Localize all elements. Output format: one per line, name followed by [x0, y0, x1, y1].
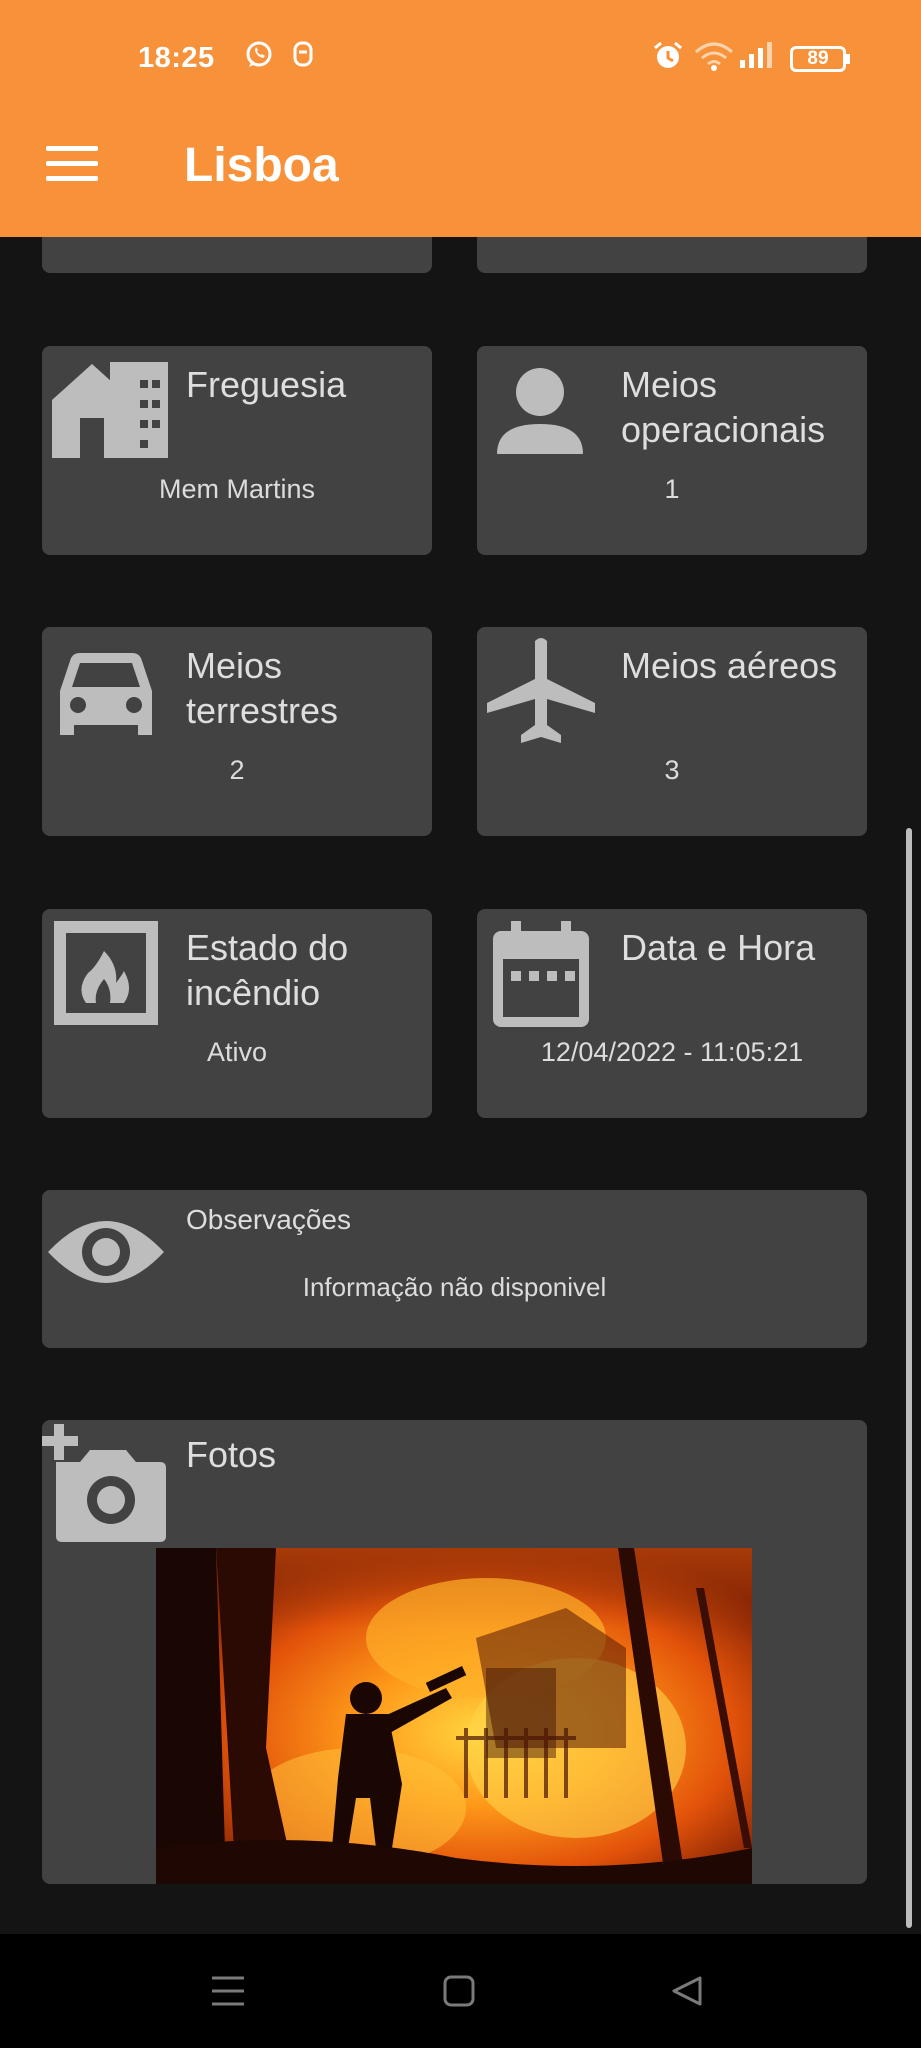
- card-estado-incendio: Estado do incêndio Ativo: [42, 909, 432, 1118]
- status-bar: 18:25 89: [0, 30, 921, 90]
- card-data-hora: Data e Hora 12/04/2022 - 11:05:21: [477, 909, 867, 1118]
- battery-level: 89: [807, 48, 829, 69]
- card-meios-aereos: Meios aéreos 3: [477, 627, 867, 836]
- signal-icon: [740, 42, 772, 68]
- back-icon[interactable]: [670, 1974, 704, 2008]
- card-meios-operacionais: Meios operacionais 1: [477, 346, 867, 555]
- app-bar: 18:25 89 Lisboa: [0, 0, 921, 237]
- meios-operacionais-label: Meios operacionais: [621, 364, 826, 450]
- house-icon: [52, 362, 168, 458]
- wifi-icon: [695, 42, 733, 71]
- estado-incendio-label: Estado do incêndio: [186, 927, 349, 1013]
- card-partial-left: [42, 237, 432, 273]
- status-time: 18:25: [138, 42, 215, 74]
- calendar-icon: [493, 921, 589, 1027]
- home-icon[interactable]: [442, 1974, 476, 2008]
- whatsapp-icon: [246, 41, 272, 67]
- data-hora-label: Data e Hora: [621, 927, 816, 968]
- meios-aereos-value: 3: [664, 755, 680, 785]
- meios-aereos-label: Meios aéreos: [621, 645, 838, 686]
- data-hora-value: 12/04/2022 - 11:05:21: [540, 1037, 804, 1067]
- scrollbar[interactable]: [906, 828, 912, 1928]
- card-freguesia: Freguesia Mem Martins: [42, 346, 432, 555]
- add-photo-icon[interactable]: [42, 1424, 166, 1542]
- freguesia-label: Freguesia: [186, 364, 347, 405]
- fireplace-icon: [54, 921, 158, 1025]
- estado-incendio-value: Ativo: [206, 1037, 268, 1067]
- alarm-icon: [654, 41, 682, 68]
- incident-details[interactable]: Freguesia Mem Martins Meios operacionais…: [0, 237, 921, 1934]
- recent-apps-icon[interactable]: [210, 1974, 246, 2008]
- card-partial-right: [477, 237, 867, 273]
- card-fotos: Fotos: [42, 1420, 867, 1884]
- car-icon: [60, 653, 152, 735]
- hamburger-menu-icon[interactable]: [46, 146, 98, 182]
- card-observacoes: Observações Informação não disponivel: [42, 1190, 867, 1348]
- battery-icon: 89: [790, 46, 846, 72]
- observacoes-label: Observações: [186, 1204, 351, 1235]
- meios-terrestres-value: 2: [229, 755, 245, 785]
- meios-operacionais-value: 1: [664, 474, 680, 504]
- navigation-bar: [0, 1934, 921, 2048]
- meios-terrestres-label: Meios terrestres: [186, 645, 339, 731]
- observacoes-value: Informação não disponivel: [302, 1272, 607, 1302]
- forest-fire-photo[interactable]: [156, 1548, 752, 1884]
- notification-icon: [293, 41, 313, 67]
- fotos-label: Fotos: [186, 1434, 277, 1475]
- battery-tip: [846, 54, 850, 64]
- airplane-icon: [487, 638, 595, 743]
- freguesia-value: Mem Martins: [158, 474, 315, 504]
- person-icon: [497, 368, 583, 454]
- card-meios-terrestres: Meios terrestres 2: [42, 627, 432, 836]
- page-title: Lisboa: [184, 139, 339, 192]
